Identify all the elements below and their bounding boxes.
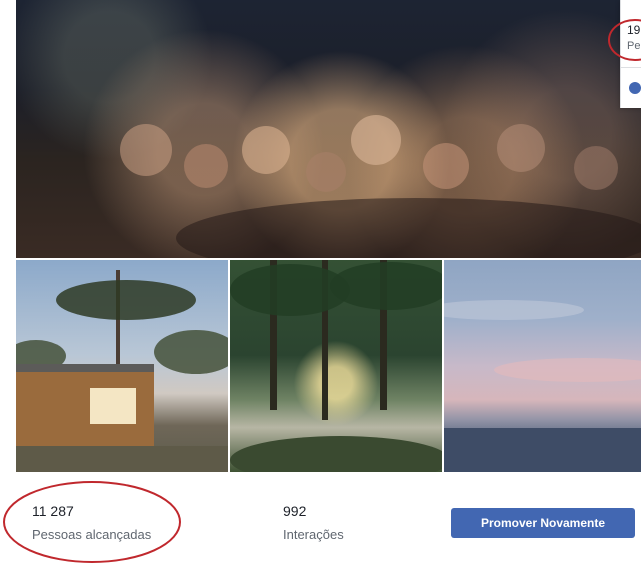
engagement-label: Interações — [283, 527, 344, 542]
engagement-value: 992 — [283, 503, 307, 519]
promote-again-button[interactable]: Promover Novamente — [451, 508, 635, 538]
sunset-photo-art — [444, 300, 641, 472]
garden-photo[interactable] — [230, 260, 442, 472]
popup-subtitle: Pe — [627, 40, 641, 52]
popup-divider — [621, 67, 641, 68]
crowd-photo-art — [120, 115, 641, 258]
like-icon[interactable] — [629, 82, 641, 94]
garden-photo-art — [230, 260, 442, 472]
post-stats: 11 287 Pessoas alcançadas 992 Interações… — [16, 472, 641, 568]
side-popup-card[interactable]: 19 Pe — [620, 0, 641, 108]
popup-title: 19 — [627, 23, 641, 37]
house-photo[interactable] — [16, 260, 228, 472]
house-photo-art — [16, 270, 228, 472]
reach-stat: 11 287 Pessoas alcançadas — [32, 502, 151, 545]
party-crowd-photo[interactable] — [16, 0, 641, 258]
reach-value: 11 287 — [32, 503, 74, 519]
engagement-stat: 992 Interações — [283, 502, 344, 545]
reach-label: Pessoas alcançadas — [32, 527, 152, 542]
post-card: 11 287 Pessoas alcançadas 992 Interações… — [16, 0, 641, 568]
sunset-photo[interactable] — [444, 260, 641, 472]
